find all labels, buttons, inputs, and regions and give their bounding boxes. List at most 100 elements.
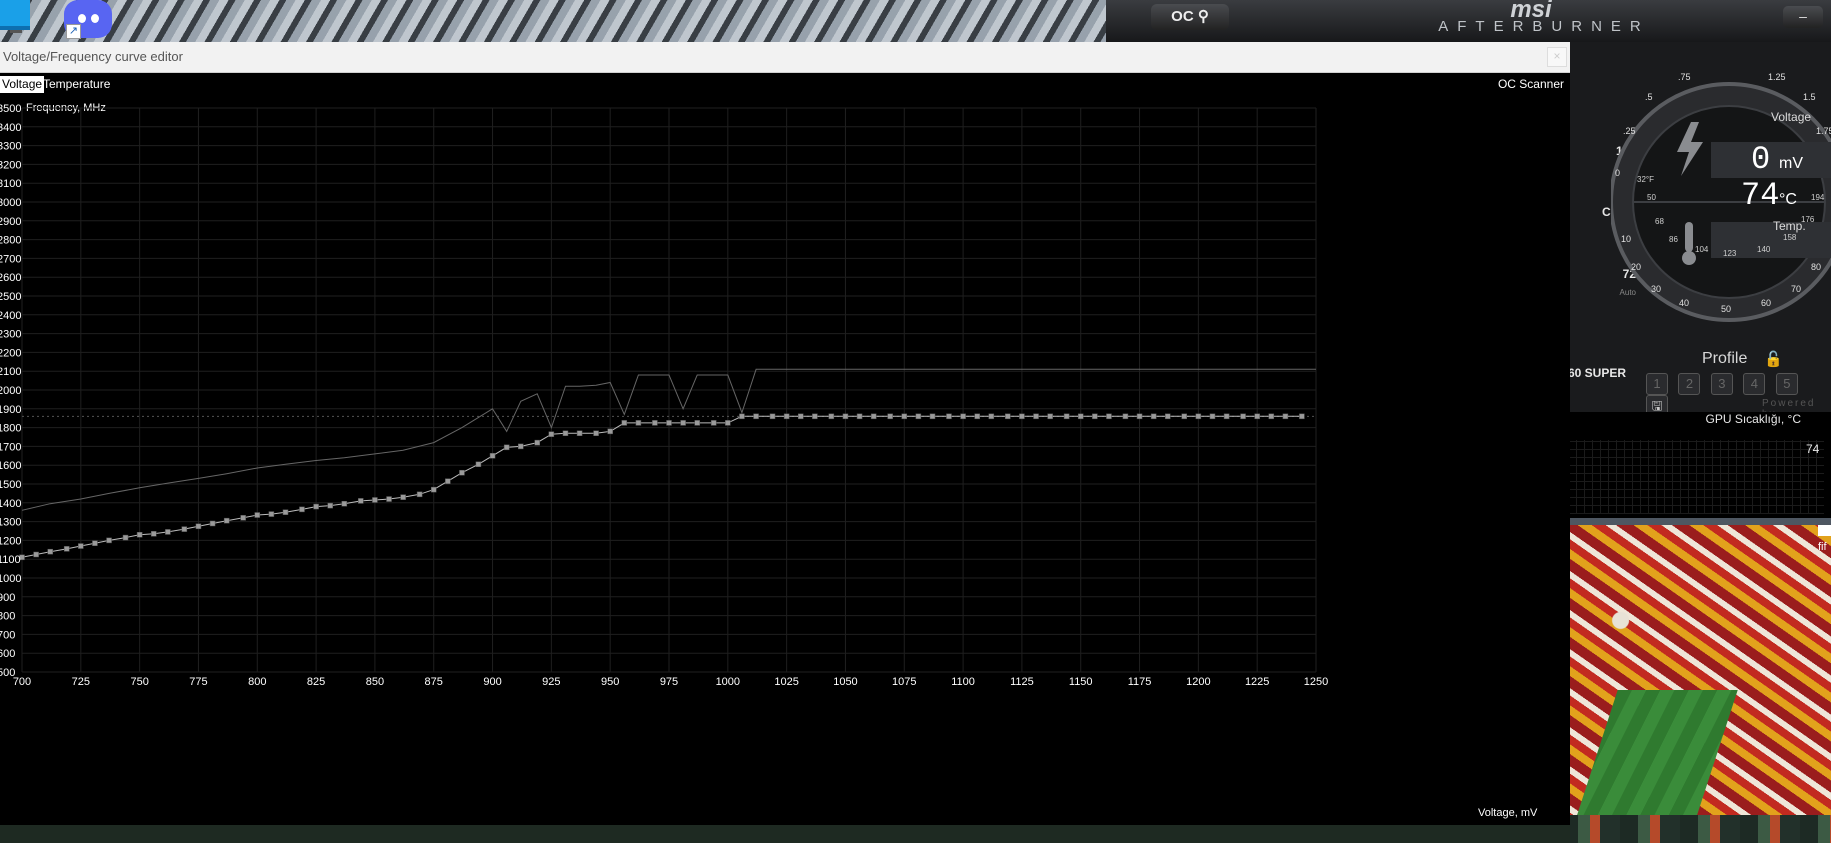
curve-point-marker [1240,413,1246,420]
x-tick-label: 1025 [774,676,798,688]
curve-point-marker [548,431,555,437]
scale-label: 30 [1651,284,1661,294]
x-tick-label: 1175 [1128,676,1152,688]
curve-point-marker [33,551,39,558]
y-tick-label: 1700 [0,441,21,453]
curve-point-marker [1165,413,1171,420]
curve-point-marker [1106,413,1112,420]
curve-point-marker [240,515,246,521]
search-icon: ⚲ [1193,8,1209,25]
curve-point-marker [856,413,863,420]
vf-curve-chart[interactable]: 5006007008009001000110012001300140015001… [0,42,1570,825]
discord-eye-icon [78,14,86,23]
curve-point-marker [593,430,599,436]
inner-scale-label: 104 [1695,245,1709,254]
scale-label: 1.75 [1816,126,1831,136]
profile-slot-5[interactable]: 5 [1775,373,1798,395]
curve-point-marker [1005,413,1011,420]
curve-point-marker [887,413,893,420]
x-tick-label: 1200 [1186,676,1210,688]
y-tick-label: 3200 [0,159,21,171]
curve-point-marker [783,413,790,420]
monitor-graph-grid [1568,440,1824,514]
lock-icon[interactable]: 🔓 [1764,350,1783,368]
curve-point-marker [960,413,966,420]
curve-point-marker [47,548,53,555]
this-pc-icon[interactable] [0,0,46,40]
scale-label: .75 [1678,72,1691,82]
discord-shortcut-icon[interactable]: ↗ [64,0,112,40]
y-tick-label: 2100 [0,366,21,378]
x-tick-label: 700 [13,676,31,688]
curve-point-marker [181,526,188,532]
curve-point-marker [1063,413,1070,420]
curve-point-marker [372,497,378,503]
scale-label: 70 [1791,284,1801,294]
x-tick-label: 775 [189,676,207,688]
current-curve-line [21,415,1302,558]
curve-point-marker [1077,413,1084,420]
y-tick-label: 3500 [0,103,21,115]
curve-point-marker [769,413,776,420]
y-tick-label: 700 [0,629,15,641]
scale-label: 20 [1631,262,1641,272]
curve-point-marker [136,532,143,538]
curve-point-marker [459,469,465,476]
profile-slot-3[interactable]: 3 [1710,373,1733,395]
voltage-temp-gauge: Voltage 0 mV 74 °C Temp. 32°F 1 .75 1.25… [1611,72,1831,322]
y-tick-label: 1400 [0,498,21,510]
inner-scale-label: 158 [1783,233,1797,242]
chart-grid [21,107,1317,673]
y-tick-label: 2500 [0,291,21,303]
curve-point-marker [946,413,952,420]
curve-point-marker [165,529,171,535]
scale-label: 50 [1721,304,1731,314]
oc-scanner-button[interactable]: OC ⚲ [1151,4,1229,30]
profile-slot-2[interactable]: 2 [1678,373,1701,395]
profile-slot-1[interactable]: 1 [1646,373,1668,395]
curve-point-marker [1223,413,1230,420]
curve-point-marker [386,496,392,502]
curve-point-marker [607,428,613,435]
curve-point-marker [828,413,835,420]
curve-point-marker [195,523,202,530]
curve-point-marker [1268,413,1275,420]
desktop-wallpaper-strip [0,825,1570,843]
profile-slot-4[interactable]: 4 [1743,373,1766,395]
inner-scale-label: 176 [1801,215,1815,224]
y-tick-label: 1600 [0,460,21,472]
curve-point-marker [122,534,129,541]
curve-point-marker [430,486,437,493]
inner-scale-label: 86 [1669,235,1678,244]
x-tick-label: 800 [248,676,266,688]
x-tick-label: 975 [660,676,678,688]
y-tick-label: 2700 [0,253,21,265]
curve-point-marker [870,413,877,420]
curve-point-marker [78,543,84,549]
scale-label: 1.25 [1768,72,1786,82]
x-tick-label: 825 [307,676,325,688]
y-tick-label: 2900 [0,216,21,228]
x-axis-ticks: 700 725 750 775 800 825 850 875 900 925 950 975 1000… [13,676,1328,688]
y-tick-label: 600 [0,648,15,660]
curve-point-marker [416,491,423,498]
scale-label: .25 [1623,126,1636,136]
y-tick-label: 1500 [0,479,21,491]
inner-scale-label: 123 [1723,249,1737,258]
x-tick-label: 725 [72,676,90,688]
y-tick-label: 2600 [0,272,21,284]
minimize-button[interactable]: – [1783,6,1823,28]
y-tick-label: 3000 [0,197,21,209]
curve-point-marker [400,494,406,500]
curve-point-marker [282,509,289,515]
side-window-fragment [1818,525,1831,536]
temp-value: 74 [1741,177,1779,214]
x-tick-label: 1100 [951,676,975,688]
curve-point-marker [635,420,642,426]
curve-point-marker [812,413,818,420]
y-tick-label: 1300 [0,517,21,529]
y-tick-label: 800 [0,611,15,623]
curve-point-marker [988,413,995,420]
curve-point-marker [753,413,759,420]
y-axis-ticks: 5006007008009001000110012001300140015001… [0,103,21,679]
